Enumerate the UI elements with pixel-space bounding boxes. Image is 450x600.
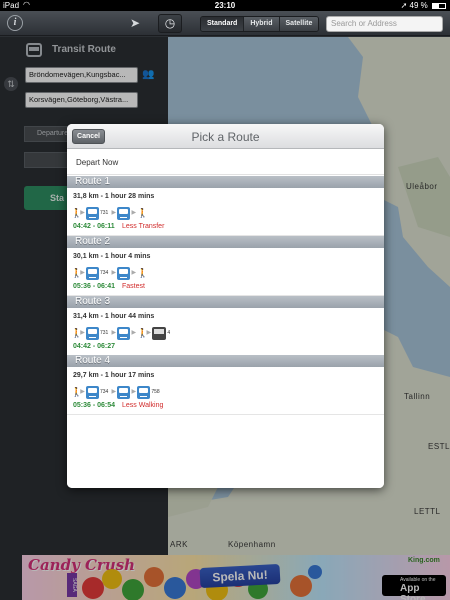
info-icon[interactable]: i — [7, 15, 23, 31]
arrow-icon: ▶ — [111, 330, 117, 336]
arrow-icon: ▶ — [111, 389, 117, 395]
route-time: 05:36 - 06:54 — [73, 402, 116, 409]
route-legs: 🚶 ▶ 731 ▶ ▶ 🚶 ▶ 4 — [71, 326, 172, 340]
walk-icon: 🚶 — [137, 208, 149, 218]
map-type-standard[interactable]: Standard — [201, 17, 245, 31]
arrow-icon: ▶ — [80, 389, 85, 395]
route-tag: Less Transfer — [122, 223, 165, 230]
route-summary: 31,4 km - 1 hour 44 mins — [73, 313, 155, 320]
line-number: 731 — [100, 210, 109, 216]
arrow-icon: ▶ — [111, 210, 117, 216]
route-time: 04:42 - 06:11 — [73, 223, 115, 230]
arrow-icon: ▶ — [111, 270, 117, 276]
clock-time: 23:10 — [214, 1, 236, 10]
arrow-icon: ▶ — [80, 330, 85, 336]
status-bar: iPad ◠ 23:10 ➚ 49 % — [0, 0, 450, 11]
route-summary: 29,7 km - 1 hour 17 mins — [73, 372, 155, 379]
arrow-icon: ▶ — [131, 389, 137, 395]
walk-icon: 🚶 — [137, 268, 149, 278]
walk-icon: 🚶 — [71, 328, 83, 338]
top-toolbar: i ➤ ◷ Standard Hybrid Satellite Search or … — [0, 11, 450, 36]
map-type-satellite[interactable]: Satellite — [279, 17, 319, 31]
tram-icon — [117, 326, 131, 340]
battery-fill — [433, 3, 439, 8]
arrow-icon: ▶ — [131, 210, 137, 216]
route-row[interactable]: 30,1 km - 1 hour 4 mins 🚶 ▶ 734 ▶ ▶ 🚶 05:36 - 0… — [67, 248, 384, 296]
tram-icon — [86, 326, 99, 340]
tram-icon — [137, 385, 151, 399]
route-row[interactable]: 31,8 km - 1 hour 28 mins 🚶 ▶ 731 ▶ ▶ 🚶 04:42 - … — [67, 188, 384, 236]
route-row[interactable]: 29,7 km - 1 hour 17 mins 🚶 ▶ 734 ▶ ▶ 758 05:36 … — [67, 367, 384, 415]
route-header: Route 3 — [67, 296, 384, 308]
depart-now-row[interactable]: Depart Now — [67, 150, 384, 175]
line-number: 731 — [100, 330, 109, 336]
status-right: ➚ 49 % — [401, 1, 446, 10]
walk-icon: 🚶 — [71, 268, 83, 278]
line-number: 758 — [151, 389, 160, 395]
route-tag: Fastest — [122, 283, 145, 290]
route-row[interactable]: 31,4 km - 1 hour 44 mins 🚶 ▶ 731 ▶ ▶ 🚶 ▶ 4 04:42 … — [67, 308, 384, 356]
route-legs: 🚶 ▶ 731 ▶ ▶ 🚶 — [71, 206, 149, 220]
map-type-hybrid[interactable]: Hybrid — [244, 17, 280, 31]
arrow-icon: ▶ — [80, 210, 85, 216]
location-arrow-icon: ➚ — [400, 1, 408, 10]
arrow-icon: ▶ — [131, 270, 137, 276]
modal-header: Pick a Route Cancel — [67, 124, 384, 149]
clock-button[interactable]: ◷ — [158, 14, 182, 33]
tram-icon — [86, 266, 99, 280]
search-input[interactable]: Search or Address — [326, 16, 443, 32]
route-summary: 30,1 km - 1 hour 4 mins — [73, 253, 151, 260]
locate-icon[interactable]: ➤ — [127, 15, 143, 31]
arrow-icon: ▶ — [80, 270, 85, 276]
route-header: Route 1 — [67, 176, 384, 188]
tram-icon — [117, 266, 131, 280]
route-time: 05:36 - 06:41 — [73, 283, 116, 290]
clock-icon: ◷ — [164, 16, 176, 30]
bus-icon — [152, 326, 167, 340]
route-summary: 31,8 km - 1 hour 28 mins — [73, 193, 155, 200]
arrow-icon: ▶ — [131, 330, 137, 336]
battery-icon — [432, 2, 446, 9]
walk-icon: 🚶 — [71, 208, 83, 218]
map-type-segmented: Standard Hybrid Satellite — [200, 16, 320, 32]
tram-icon — [86, 206, 99, 220]
modal-title: Pick a Route — [191, 130, 260, 144]
line-number: 734 — [100, 389, 109, 395]
modal-footer — [67, 459, 384, 488]
line-number: 734 — [100, 270, 109, 276]
route-header: Route 4 — [67, 355, 384, 367]
pick-route-modal: Pick a Route Cancel Depart Now Route 1 31… — [67, 124, 384, 488]
tram-icon — [86, 385, 99, 399]
route-legs: 🚶 ▶ 734 ▶ ▶ 🚶 — [71, 266, 149, 280]
walk-icon: 🚶 — [137, 328, 149, 338]
route-header: Route 2 — [67, 236, 384, 248]
route-legs: 🚶 ▶ 734 ▶ ▶ 758 — [71, 385, 162, 399]
route-time: 04:42 - 06:27 — [73, 343, 116, 350]
empty-row — [67, 415, 384, 460]
cancel-button[interactable]: Cancel — [72, 129, 105, 144]
line-number: 4 — [167, 330, 171, 336]
walk-icon: 🚶 — [71, 387, 83, 397]
battery-label: 49 % — [409, 1, 428, 10]
arrow-icon: ▶ — [146, 330, 152, 336]
route-tag: Less Walking — [122, 402, 164, 409]
tram-icon — [117, 385, 131, 399]
tram-icon — [117, 206, 131, 220]
